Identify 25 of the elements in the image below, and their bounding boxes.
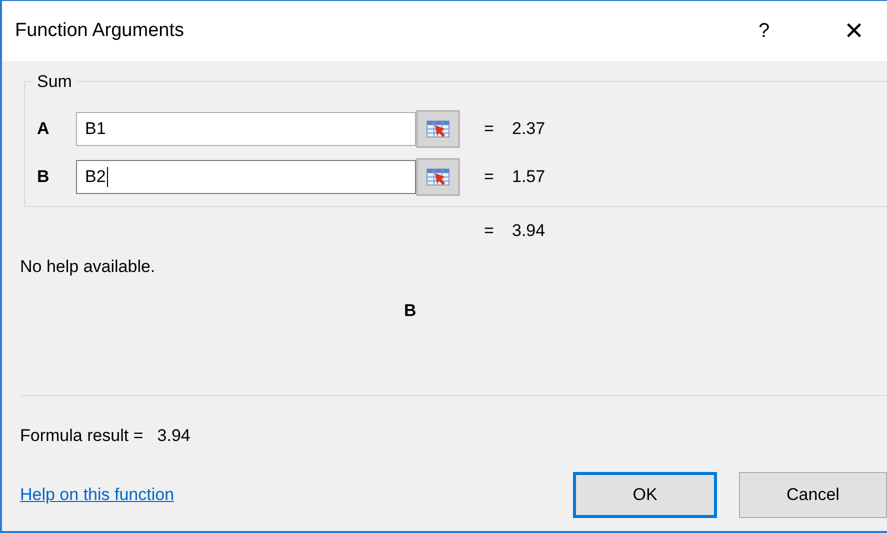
ok-button[interactable]: OK: [573, 472, 717, 518]
table-pointer-icon: [426, 167, 450, 187]
argument-label: A: [37, 119, 50, 139]
window-title: Function Arguments: [15, 20, 185, 42]
help-link[interactable]: Help on this function: [20, 485, 174, 505]
argument-value: 1.57: [512, 167, 546, 187]
equals-sign: =: [484, 221, 495, 242]
close-button[interactable]: ✕: [839, 16, 869, 46]
argument-field[interactable]: B2: [76, 160, 416, 194]
argument-field[interactable]: B1: [76, 112, 416, 146]
equals-sign: =: [484, 167, 495, 187]
function-description: No help available.: [20, 257, 156, 277]
formula-result-label: Formula result =: [20, 426, 144, 446]
help-button[interactable]: ?: [749, 20, 779, 42]
range-picker-button[interactable]: [416, 110, 460, 148]
formula-result-value: 3.94: [157, 426, 190, 446]
equals-sign: =: [484, 119, 495, 139]
argument-value: 2.37: [512, 119, 546, 139]
text-cursor: [106, 167, 108, 187]
argument-label: B: [37, 167, 50, 187]
function-value: 3.94: [512, 221, 546, 242]
range-picker-button[interactable]: [416, 158, 460, 196]
cancel-button[interactable]: Cancel: [739, 472, 887, 518]
argument-description: B: [404, 301, 416, 321]
table-pointer-icon: [426, 119, 450, 139]
